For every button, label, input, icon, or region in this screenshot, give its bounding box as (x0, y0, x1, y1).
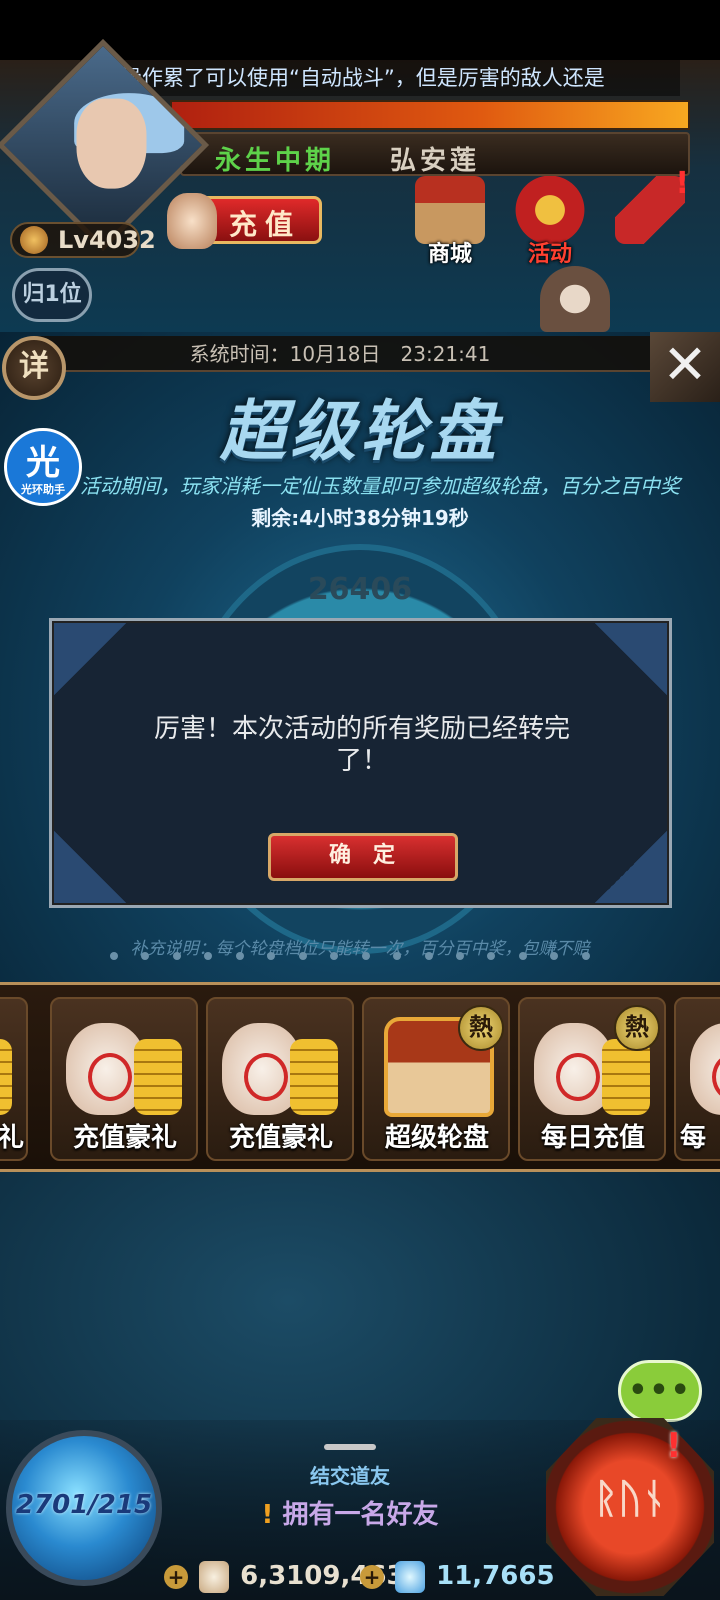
jade-amount: 11,7665 (436, 1561, 555, 1591)
page-dot (110, 952, 118, 960)
system-time: 系统时间：10月18日 23:21:41 (30, 336, 650, 372)
money-bag-icon (0, 1009, 14, 1119)
event-description: 活动期间，玩家消耗一定仙玉数量即可参加超级轮盘，百分之百中奖 (80, 474, 680, 498)
friend-note-text: 拥有一名好友 (282, 1500, 439, 1530)
activity-tab-strip: 礼 充值豪礼 充值豪礼 熱 超级轮盘 熱 每日充值 每 (0, 982, 720, 1172)
hot-badge: 熱 (458, 1005, 504, 1051)
jade-currency: + 11,7665 (360, 1556, 555, 1596)
page-dot (518, 952, 527, 960)
tab-label: 充值豪礼 (72, 1123, 177, 1153)
assistant-label: 光环助手 (21, 483, 65, 496)
tab-super-wheel[interactable]: 熱 超级轮盘 (362, 997, 510, 1161)
tab-label: 充值豪礼 (228, 1123, 333, 1153)
tab-recharge-gift[interactable]: 充值豪礼 (206, 997, 354, 1161)
hot-badge: 熱 (614, 1005, 660, 1051)
money-bag-icon (66, 1009, 184, 1119)
add-jade-icon[interactable]: + (360, 1565, 384, 1589)
assistant-icon: 光 (26, 443, 60, 483)
page-dot (424, 952, 433, 960)
warning-icon: ! (261, 1500, 274, 1530)
recharge-label: 充值 (229, 208, 302, 241)
wheel-top-value: 26406 (307, 572, 413, 607)
shop-button[interactable]: 商城 (405, 176, 495, 267)
chat-button[interactable]: ••• (618, 1360, 702, 1422)
shop-icon (415, 176, 485, 244)
tab-label: 每 (680, 1123, 707, 1153)
page-dot (235, 952, 244, 960)
gold-icon (199, 1560, 230, 1593)
npc-icon[interactable] (540, 266, 610, 332)
notice-dialog: 厉害！本次活动的所有奖励已经转完了！ 确定 (49, 618, 672, 908)
recharge-button[interactable]: 充值 (167, 193, 322, 249)
scroll-icon (615, 166, 689, 244)
page-dot (361, 952, 370, 960)
page-dot (267, 952, 276, 960)
jade-crystal-icon (395, 1560, 426, 1593)
tab-recharge-gift-partial[interactable]: 礼 (0, 997, 28, 1161)
dialog-message: 厉害！本次活动的所有奖励已经转完了！ (153, 714, 570, 776)
add-gold-icon[interactable]: + (164, 1565, 188, 1589)
page-dot (487, 952, 496, 960)
shop-label: 商城 (427, 242, 472, 267)
money-bag-icon (222, 1009, 340, 1119)
player-name: 弘安莲 (390, 146, 481, 176)
chat-bubble-icon: ••• (628, 1373, 692, 1408)
gift-icon (167, 193, 217, 249)
alert-icon: ! (666, 1426, 682, 1466)
dialog-corner-ornament (595, 623, 667, 695)
event-icon (515, 176, 585, 244)
dialog-corner-ornament (595, 831, 667, 903)
page-dot (330, 952, 339, 960)
avatar-face (76, 98, 147, 189)
tab-label: 超级轮盘 (384, 1123, 489, 1153)
level-icon (20, 226, 48, 254)
tab-daily-recharge[interactable]: 熱 每日充值 (518, 997, 666, 1161)
tab-label: 每日充值 (540, 1123, 645, 1153)
page-dot (172, 952, 181, 960)
drag-handle[interactable] (324, 1444, 376, 1450)
page-dot (204, 952, 213, 960)
tab-recharge-gift[interactable]: 充值豪礼 (50, 997, 198, 1161)
halo-assistant-button[interactable]: 光 光环助手 (4, 428, 82, 506)
page-dot (550, 952, 559, 960)
tab-label: 礼 (0, 1123, 24, 1153)
page-dot (455, 952, 464, 960)
level-text: Lv4032 (58, 226, 156, 254)
scrolling-announcement: 手操作累了可以使用“自动战斗”，但是厉害的敌人还是 (80, 60, 680, 96)
health-bar (170, 100, 690, 130)
dialog-corner-ornament (54, 831, 126, 903)
quest-scroll-button[interactable] (605, 166, 695, 266)
remaining-time: 剩余:4小时38分钟19秒 (251, 506, 469, 530)
money-bag-icon (690, 1009, 720, 1119)
page-dot (581, 952, 590, 960)
event-button[interactable]: 活动 (505, 176, 595, 267)
tab-daily-partial[interactable]: 每 (674, 997, 720, 1161)
page-dots (110, 952, 590, 964)
page-dot (393, 952, 402, 960)
rune-icon: ᚱᚢᚾ (594, 1476, 666, 1522)
cultivation-realm: 永生中期 (215, 146, 336, 176)
page-dot (141, 952, 150, 960)
rank-badge[interactable]: 归1位 (12, 268, 92, 322)
page-dot (298, 952, 307, 960)
event-label: 活动 (527, 242, 572, 267)
confirm-button[interactable]: 确定 (268, 833, 458, 881)
panel-title: 超级轮盘 (220, 393, 500, 470)
player-level: Lv4032 (10, 222, 156, 258)
dialog-corner-ornament (54, 623, 126, 695)
